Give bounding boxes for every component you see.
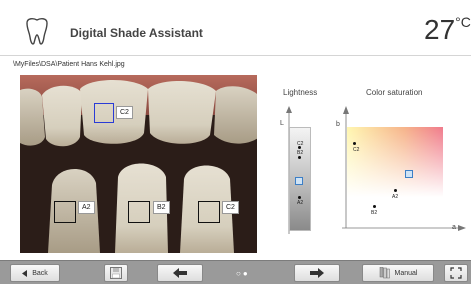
fullscreen-icon	[450, 267, 462, 279]
arrow-left-icon	[173, 268, 187, 278]
next-button[interactable]	[294, 264, 340, 282]
page-indicator: ○●	[236, 269, 250, 278]
lightness-point-c2	[298, 156, 301, 159]
selection-box-c2-lower[interactable]	[198, 201, 220, 223]
teeth-photo[interactable]: C2 A2 B2 C2	[20, 75, 257, 253]
temperature-value: 27	[424, 14, 456, 45]
selection-label: C2	[222, 201, 239, 214]
back-arrow-icon	[22, 269, 28, 277]
saturation-point-label: B2	[371, 210, 378, 216]
manual-button-label: Manual	[394, 269, 418, 277]
selection-label: A2	[78, 201, 95, 214]
selection-box-a2[interactable]	[54, 201, 76, 223]
save-icon	[110, 267, 122, 279]
save-button[interactable]	[104, 264, 128, 282]
arrow-right-icon	[310, 268, 324, 278]
lightness-axis-label: L	[280, 120, 284, 127]
saturation-point-label: C2	[353, 147, 360, 153]
teeth-image	[20, 75, 257, 253]
previous-button[interactable]	[157, 264, 203, 282]
app-title: Digital Shade Assistant	[70, 26, 203, 40]
saturation-x-label: a	[452, 224, 456, 231]
back-button[interactable]: Back	[10, 264, 60, 282]
selection-box-b2[interactable]	[128, 201, 150, 223]
saturation-point-label: A2	[392, 194, 399, 200]
selection-box-c2-upper[interactable]	[94, 103, 114, 123]
tooth-icon	[26, 18, 48, 45]
lightness-marker	[295, 177, 303, 185]
lightness-point-label: A2	[297, 200, 304, 206]
fullscreen-button[interactable]	[444, 264, 468, 282]
file-path: \MyFiles\DSA\Patient Hans Kehl.jpg	[13, 61, 125, 68]
lightness-point-label: C2	[297, 141, 304, 147]
saturation-point-c2	[353, 142, 356, 145]
shade-guide-icon	[379, 267, 390, 279]
saturation-title: Color saturation	[366, 88, 423, 97]
lightness-point-label: B2	[297, 150, 304, 156]
saturation-y-label: b	[336, 121, 340, 128]
back-button-label: Back	[32, 269, 48, 277]
manual-button[interactable]: Manual	[362, 264, 434, 282]
header: Digital Shade Assistant 27°C	[0, 0, 471, 56]
saturation-field	[347, 127, 443, 197]
temperature-display: 27°C	[424, 14, 471, 46]
saturation-point-b2	[373, 205, 376, 208]
lightness-point-a2	[298, 196, 301, 199]
lightness-title: Lightness	[283, 88, 318, 97]
selection-label: C2	[116, 106, 133, 119]
temperature-unit: °C	[455, 14, 471, 30]
saturation-point-a2	[394, 189, 397, 192]
selection-label: B2	[153, 201, 170, 214]
saturation-marker	[405, 170, 413, 178]
